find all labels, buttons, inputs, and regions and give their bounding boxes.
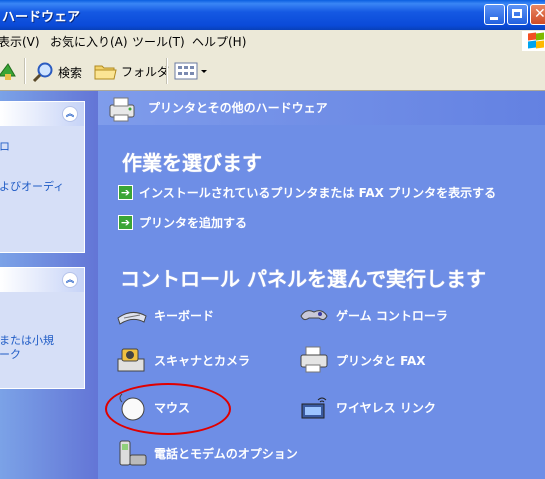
folder-icon xyxy=(94,65,117,80)
menu-favorites[interactable]: お気に入り(A) xyxy=(50,33,128,50)
wireless-link-icon xyxy=(298,391,330,423)
folders-label: フォルダ xyxy=(121,64,170,79)
menu-view[interactable]: 表示(V) xyxy=(0,33,40,50)
views-icon xyxy=(174,62,207,80)
toolbar-separator xyxy=(166,58,168,84)
task-panel-1: ︽ ロ よびオーディ xyxy=(0,101,85,253)
keyboard-icon xyxy=(116,299,148,331)
pick-icon-title: コントロール パネルを選んで実行します xyxy=(120,267,486,291)
close-icon: ✕ xyxy=(534,6,545,22)
panel-link[interactable]: よびオーディ xyxy=(0,178,64,194)
task-pane: ︽ ロ よびオーディ ︽ または小規 ーク xyxy=(0,91,98,479)
up-arrow-icon xyxy=(0,63,16,80)
game-controller-icon xyxy=(298,299,330,331)
category-title: プリンタとその他のハードウェア xyxy=(148,101,328,115)
printer-fax-icon xyxy=(298,344,330,376)
toolbar: 検索 フォルダ xyxy=(0,52,545,91)
item-label: キーボード xyxy=(154,308,215,323)
arrow-right-icon: ➔ xyxy=(118,215,133,230)
collapse-chevron-icon[interactable]: ︽ xyxy=(62,106,78,122)
category-header: プリンタとその他のハードウェア xyxy=(98,91,545,125)
toolbar-separator xyxy=(24,58,26,84)
keyboard-item[interactable]: キーボード xyxy=(116,299,214,331)
minimize-icon xyxy=(490,17,498,20)
menu-help[interactable]: ヘルプ(H) xyxy=(192,33,246,50)
collapse-chevron-icon[interactable]: ︽ xyxy=(62,272,78,288)
minimize-button[interactable] xyxy=(484,4,505,25)
phone-modem-icon xyxy=(116,437,148,469)
search-label: 検索 xyxy=(58,65,83,80)
maximize-button[interactable] xyxy=(507,4,528,25)
menu-tools[interactable]: ツール(T) xyxy=(132,33,185,50)
panel-header[interactable]: ︽ xyxy=(0,268,84,292)
menu-bar: 表示(V) お気に入り(A) ツール(T) ヘルプ(H) xyxy=(0,30,545,53)
close-button[interactable]: ✕ xyxy=(530,4,545,25)
item-label: スキャナとカメラ xyxy=(154,353,251,368)
pick-task-title: 作業を選びます xyxy=(122,151,262,175)
item-label: 電話とモデムのオプション xyxy=(154,446,298,461)
windows-logo-icon xyxy=(522,31,545,51)
phone-modem-item[interactable]: 電話とモデムのオプション xyxy=(116,437,298,469)
search-button[interactable]: 検索 xyxy=(32,61,82,83)
search-icon xyxy=(32,62,53,83)
item-label: ワイヤレス リンク xyxy=(336,400,436,415)
title-bar[interactable]: ハードウェア ✕ xyxy=(0,0,545,30)
window-title: ハードウェア xyxy=(2,10,81,25)
panel-header[interactable]: ︽ xyxy=(0,102,84,126)
arrow-right-icon: ➔ xyxy=(118,185,133,200)
task-add-printer[interactable]: ➔ プリンタを追加する xyxy=(118,214,247,231)
wireless-link-item[interactable]: ワイヤレス リンク xyxy=(298,391,436,423)
item-label: ゲーム コントローラ xyxy=(336,308,448,323)
task-label: プリンタを追加する xyxy=(139,216,248,230)
maximize-icon xyxy=(512,9,522,18)
game-controller-item[interactable]: ゲーム コントローラ xyxy=(298,299,448,331)
folders-button[interactable]: フォルダ xyxy=(94,61,169,81)
printers-fax-item[interactable]: プリンタと FAX xyxy=(298,344,426,376)
scanner-camera-item[interactable]: スキャナとカメラ xyxy=(116,344,250,376)
panel-link[interactable]: ーク xyxy=(0,346,21,362)
task-label: インストールされているプリンタまたは FAX プリンタを表示する xyxy=(139,186,497,200)
task-panel-2: ︽ または小規 ーク xyxy=(0,267,85,389)
task-view-printers[interactable]: ➔ インストールされているプリンタまたは FAX プリンタを表示する xyxy=(118,184,496,201)
views-button[interactable] xyxy=(174,62,208,80)
printer-hardware-icon xyxy=(109,97,135,122)
up-folder-button[interactable] xyxy=(0,60,16,80)
panel-link[interactable]: ロ xyxy=(0,138,10,154)
scanner-camera-icon xyxy=(116,344,148,376)
item-label: プリンタと FAX xyxy=(336,353,426,368)
highlight-annotation-oval xyxy=(105,383,231,435)
